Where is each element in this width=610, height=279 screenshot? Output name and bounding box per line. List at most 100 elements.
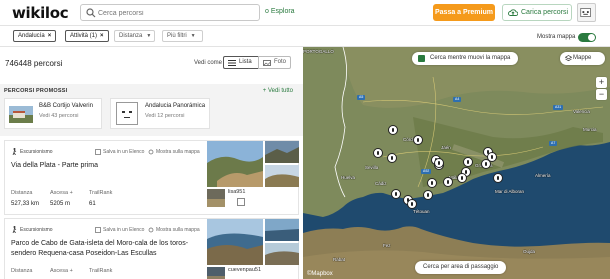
location-pin-icon <box>148 227 154 233</box>
see-all-link[interactable]: + Vedi tutto <box>263 88 293 94</box>
promoted-count: Vedi 12 percorsi <box>145 113 185 119</box>
trail-photos: lisa951 <box>207 141 299 207</box>
chevron-down-icon: ▼ <box>146 33 152 39</box>
promoted-name: Andalucia Panorámica <box>145 103 206 109</box>
author-name[interactable]: lisa951 <box>228 189 245 195</box>
explore-link[interactable]: o Esplora <box>265 8 295 15</box>
stat-trailrank: TrailRank 61 <box>89 190 113 207</box>
mapbox-logo: ©Mapbox <box>307 271 333 277</box>
filter-bar: Andalucía × Attività (1) × Distanza ▼ Più f… <box>0 26 610 47</box>
road-badge: A92 <box>421 169 432 174</box>
author-photo[interactable] <box>207 189 225 207</box>
show-map-label: Mostra mappa <box>537 34 576 40</box>
map-place-label: Murcia <box>583 127 597 132</box>
map-place-label: Mar di Alboran <box>495 189 525 194</box>
trail-marker-icon[interactable] <box>434 158 444 168</box>
map-layers-button[interactable]: Mappe <box>560 52 605 65</box>
map-place-label: Jaén <box>441 145 451 150</box>
trail-stats: Distanza 527,33 km Ascesa +5205 m TrailRa… <box>11 190 128 207</box>
activity-type: Escursionismo <box>11 226 53 233</box>
trail-marker-icon[interactable] <box>391 189 401 199</box>
trail-marker-icon[interactable] <box>387 153 397 163</box>
activity-type: Escursionismo <box>11 148 53 155</box>
trail-marker-icon[interactable] <box>407 199 417 209</box>
view-list-button[interactable]: Lista <box>223 56 259 69</box>
bookmark-icon <box>95 149 101 155</box>
promoted-heading: PERCORSI PROMOSSI <box>4 88 68 94</box>
trail-photo[interactable] <box>207 141 299 187</box>
stat-trailrank: TrailRank <box>89 268 113 274</box>
satellite-map[interactable] <box>303 47 610 279</box>
trail-marker-icon[interactable] <box>481 159 491 169</box>
stat-elevation: Ascesa +5205 m <box>50 190 73 207</box>
road-badge: A31 <box>553 105 564 110</box>
photo-icon <box>263 60 271 66</box>
show-on-map-button[interactable]: Mostra sulla mappa <box>148 149 200 155</box>
trail-marker-icon[interactable] <box>423 190 433 200</box>
zoom-in-button[interactable]: + <box>596 77 607 88</box>
map-place-label: PORTOGALLO <box>303 49 334 54</box>
trail-marker-icon[interactable] <box>463 157 473 167</box>
trail-marker-icon[interactable] <box>388 125 398 135</box>
trail-photos: cuevenpau51 <box>207 219 299 279</box>
hiker-icon <box>12 148 17 155</box>
top-header: wikiloc o Esplora Passa a Premium Carica… <box>0 0 610 26</box>
remove-filter-icon[interactable]: × <box>48 33 52 39</box>
promoted-name: B&B Cortijo Valverin <box>39 103 93 109</box>
save-to-list-button[interactable]: Salva in un Elenco <box>95 227 144 233</box>
promoted-card[interactable]: B&B Cortijo Valverin Vedi 43 percorsi <box>4 98 102 129</box>
list-icon <box>228 60 236 66</box>
promoted-card[interactable]: Andalucia Panorámica Vedi 12 percorsi <box>110 98 210 129</box>
promoted-count: Vedi 43 percorsi <box>39 113 79 119</box>
map-place-label: Huelva <box>341 175 356 180</box>
road-badge: A4 <box>453 97 462 102</box>
filter-chip-activity[interactable]: Attività (1) × <box>65 30 109 42</box>
distance-filter[interactable]: Distanza ▼ <box>114 30 155 42</box>
trail-card[interactable]: Escursionismo Salva in un Elenco Mostra … <box>4 218 299 279</box>
trail-marker-icon[interactable] <box>427 178 437 188</box>
author-photo[interactable] <box>207 267 225 279</box>
trail-marker-icon[interactable] <box>443 177 453 187</box>
search-box[interactable] <box>80 4 260 21</box>
author-name[interactable]: cuevenpau51 <box>228 267 261 273</box>
trail-marker-icon[interactable] <box>457 173 467 183</box>
search-input[interactable] <box>98 7 253 19</box>
results-panel: 746448 percorsi Vedi come Lista Foto PER… <box>0 47 303 279</box>
trail-marker-icon[interactable] <box>413 135 423 145</box>
trail-title[interactable]: Via della Plata - Parte prima <box>11 161 201 171</box>
map-place-label: Tétouan <box>413 209 430 214</box>
map-place-label: Valencia <box>573 109 590 114</box>
promoted-thumbnail <box>9 106 33 123</box>
save-to-list-button[interactable]: Salva in un Elenco <box>95 149 144 155</box>
robot-avatar-icon <box>580 8 591 17</box>
zoom-out-button[interactable]: − <box>596 89 607 100</box>
remove-filter-icon[interactable]: × <box>100 33 104 39</box>
bookmark-icon <box>95 227 101 233</box>
wikiloc-logo[interactable]: wikiloc <box>12 4 69 22</box>
trail-photo[interactable] <box>207 219 299 265</box>
road-badge: A7 <box>549 141 558 146</box>
premium-button[interactable]: Passa a Premium <box>433 4 495 21</box>
show-map-toggle[interactable] <box>578 33 596 42</box>
more-filters-button[interactable]: Più filtri ▼ <box>162 30 203 42</box>
search-icon <box>86 8 96 18</box>
stat-distance: Distanza 527,33 km <box>11 190 40 207</box>
stat-elevation: Ascesa + <box>50 268 73 274</box>
results-count: 746448 percorsi <box>5 59 63 68</box>
show-on-map-button[interactable]: Mostra sulla mappa <box>148 227 200 233</box>
map-panel[interactable]: PORTOGALLO Córdoba Granada Murcia Málaga… <box>303 47 610 279</box>
filter-chip-region[interactable]: Andalucía × <box>13 30 57 42</box>
map-place-label: Rabat <box>333 257 346 262</box>
search-while-moving-checkbox[interactable]: Cerca mentre muovi la mappa <box>412 52 519 65</box>
upload-trails-button[interactable]: Carica percorsi <box>502 4 572 21</box>
chevron-down-icon: ▼ <box>190 33 196 39</box>
trail-card[interactable]: Escursionismo Salva in un Elenco Mostra … <box>4 140 299 215</box>
view-photo-button[interactable]: Foto <box>258 56 291 69</box>
trail-marker-icon[interactable] <box>493 173 503 183</box>
map-place-label: Cádiz <box>375 181 387 186</box>
trail-title[interactable]: Parco de Cabo de Gata-isleta del Moro-ca… <box>11 239 201 258</box>
trail-marker-icon[interactable] <box>373 148 383 158</box>
map-place-label: Fez <box>383 243 391 248</box>
search-area-button[interactable]: Cerca per area di passaggio <box>415 261 507 274</box>
user-avatar[interactable] <box>577 3 596 22</box>
